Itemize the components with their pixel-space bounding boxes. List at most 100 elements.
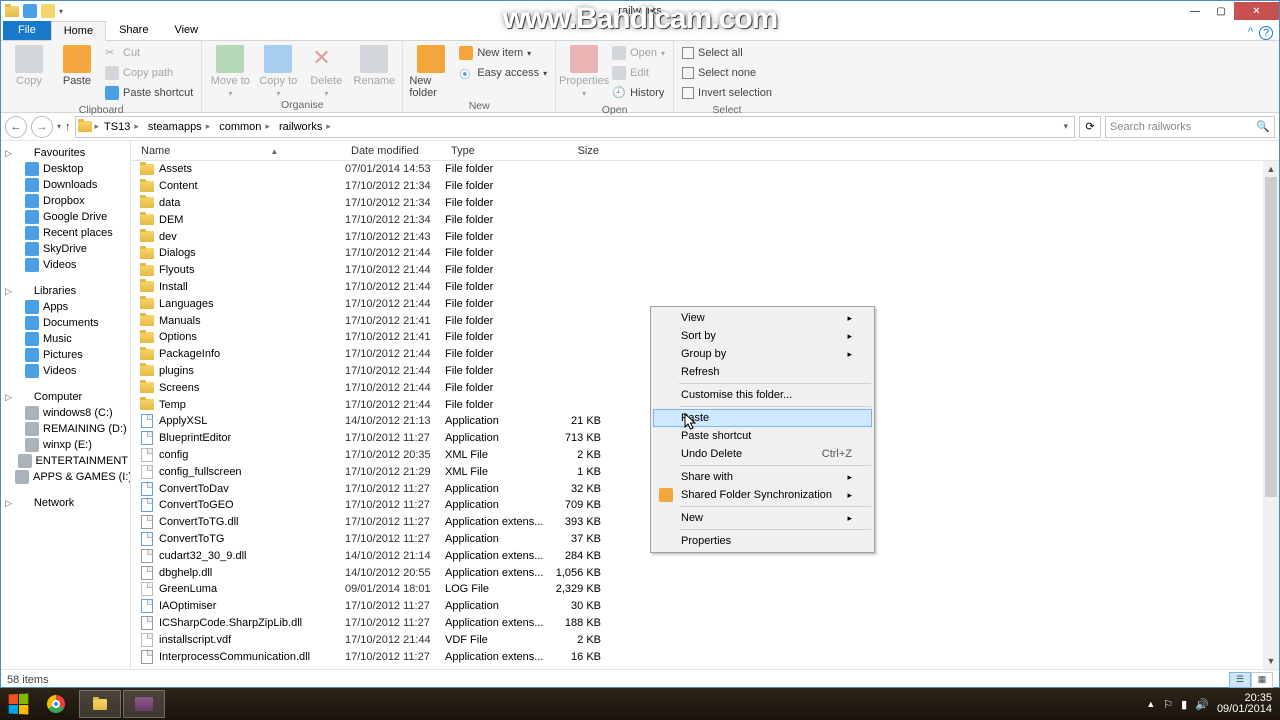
file-row[interactable]: DEM 17/10/2012 21:34 File folder	[131, 211, 1279, 228]
ctx-group-by[interactable]: Group by▸	[653, 345, 872, 363]
nav-item[interactable]: Downloads	[1, 177, 130, 193]
ctx-sort-by[interactable]: Sort by▸	[653, 327, 872, 345]
column-name[interactable]: Name▲	[135, 145, 345, 157]
ctx-share-with[interactable]: Share with▸	[653, 468, 872, 486]
nav-item[interactable]: Documents	[1, 315, 130, 331]
history-button[interactable]: 🕘History	[610, 83, 667, 103]
file-row[interactable]: installscript.vdf 17/10/2012 21:44 VDF F…	[131, 631, 1279, 648]
nav-section[interactable]: ▷Favourites	[1, 145, 130, 161]
move-to-button[interactable]: Move to▾	[208, 43, 252, 98]
tray-volume-icon[interactable]: 🔊	[1195, 698, 1209, 711]
start-button[interactable]	[2, 690, 34, 718]
ctx-refresh[interactable]: Refresh	[653, 363, 872, 381]
nav-item[interactable]: windows8 (C:)	[1, 405, 130, 421]
file-row[interactable]: Install 17/10/2012 21:44 File folder	[131, 279, 1279, 296]
ctx-properties[interactable]: Properties	[653, 532, 872, 550]
icons-view-toggle[interactable]: ▦	[1251, 672, 1273, 688]
tray-up-icon[interactable]: ▲	[1146, 699, 1155, 709]
tray-action-center-icon[interactable]: ⚐	[1163, 698, 1173, 711]
nav-item[interactable]: Music	[1, 331, 130, 347]
breadcrumb[interactable]: steamapps▸	[144, 117, 214, 137]
file-row[interactable]: Flyouts 17/10/2012 21:44 File folder	[131, 262, 1279, 279]
scroll-down-icon[interactable]: ▼	[1263, 653, 1279, 669]
properties-button[interactable]: Properties▾	[562, 43, 606, 98]
minimize-button[interactable]: —	[1182, 2, 1208, 20]
ctx-customise[interactable]: Customise this folder...	[653, 386, 872, 404]
open-button[interactable]: Open ▾	[610, 43, 667, 63]
easy-access-button[interactable]: ⦿Easy access ▾	[457, 63, 549, 83]
nav-item[interactable]: Videos	[1, 257, 130, 273]
ribbon-collapse-icon[interactable]: ^	[1248, 26, 1253, 40]
nav-item[interactable]: winxp (E:)	[1, 437, 130, 453]
refresh-button[interactable]: ⟳	[1079, 116, 1101, 138]
file-row[interactable]: GreenLuma 09/01/2014 18:01 LOG File 2,32…	[131, 581, 1279, 598]
tab-file[interactable]: File	[3, 20, 51, 40]
nav-item[interactable]: Desktop	[1, 161, 130, 177]
tab-share[interactable]: Share	[106, 20, 161, 40]
new-folder-button[interactable]: New folder	[409, 43, 453, 99]
nav-item[interactable]: REMAINING (D:)	[1, 421, 130, 437]
nav-item[interactable]: Pictures	[1, 347, 130, 363]
qat-properties-icon[interactable]	[23, 4, 37, 18]
breadcrumb[interactable]: railworks▸	[275, 117, 335, 137]
ctx-new[interactable]: New▸	[653, 509, 872, 527]
task-explorer[interactable]	[79, 690, 121, 718]
copy-button[interactable]: Copy	[7, 43, 51, 87]
paste-shortcut-button[interactable]: Paste shortcut	[103, 83, 195, 103]
file-row[interactable]: Content 17/10/2012 21:34 File folder	[131, 178, 1279, 195]
nav-item[interactable]: Apps	[1, 299, 130, 315]
file-row[interactable]: IAOptimiser 17/10/2012 11:27 Application…	[131, 598, 1279, 615]
scroll-thumb[interactable]	[1265, 177, 1277, 497]
file-row[interactable]: InterprocessCommunication.dll 17/10/2012…	[131, 648, 1279, 665]
nav-section[interactable]: ▷Computer	[1, 389, 130, 405]
new-item-button[interactable]: New item ▾	[457, 43, 549, 63]
invert-selection-button[interactable]: Invert selection	[680, 83, 774, 103]
search-input[interactable]: Search railworks 🔍	[1105, 116, 1275, 138]
qat-newfolder-icon[interactable]	[41, 4, 55, 18]
system-tray[interactable]: ▲ ⚐ ▮ 🔊 20:3509/01/2014	[1146, 693, 1278, 715]
breadcrumb[interactable]: TS13▸	[100, 117, 143, 137]
paste-button[interactable]: Paste	[55, 43, 99, 87]
nav-item[interactable]: ENTERTAINMENT	[1, 453, 130, 469]
column-size[interactable]: Size	[545, 145, 605, 157]
copy-to-button[interactable]: Copy to▾	[256, 43, 300, 98]
close-button[interactable]: ✕	[1234, 2, 1279, 20]
nav-back-button[interactable]: ←	[5, 116, 27, 138]
file-row[interactable]: Assets 07/01/2014 14:53 File folder	[131, 161, 1279, 178]
delete-button[interactable]: ✕Delete▾	[304, 43, 348, 98]
nav-up-button[interactable]: ↑	[65, 121, 71, 133]
ctx-view[interactable]: View▸	[653, 309, 872, 327]
ctx-shared-sync[interactable]: Shared Folder Synchronization▸	[653, 486, 872, 504]
ctx-paste[interactable]: Paste	[653, 409, 872, 427]
file-row[interactable]: Dialogs 17/10/2012 21:44 File folder	[131, 245, 1279, 262]
ctx-paste-shortcut[interactable]: Paste shortcut	[653, 427, 872, 445]
select-all-button[interactable]: Select all	[680, 43, 774, 63]
nav-item[interactable]: Google Drive	[1, 209, 130, 225]
maximize-button[interactable]: ▢	[1208, 2, 1234, 20]
select-none-button[interactable]: Select none	[680, 63, 774, 83]
copy-path-button[interactable]: Copy path	[103, 63, 195, 83]
nav-item[interactable]: Videos	[1, 363, 130, 379]
nav-recent-dropdown[interactable]: ▾	[57, 122, 61, 131]
scrollbar[interactable]: ▲ ▼	[1263, 161, 1279, 669]
details-view-toggle[interactable]: ☰	[1229, 672, 1251, 688]
task-winrar[interactable]	[123, 690, 165, 718]
tray-clock[interactable]: 20:3509/01/2014	[1217, 693, 1272, 715]
nav-item[interactable]: APPS & GAMES (I:)	[1, 469, 130, 485]
file-row[interactable]: dbghelp.dll 14/10/2012 20:55 Application…	[131, 564, 1279, 581]
file-row[interactable]: data 17/10/2012 21:34 File folder	[131, 195, 1279, 212]
qat-dropdown-icon[interactable]: ▾	[59, 7, 63, 16]
nav-section[interactable]: ▷Libraries	[1, 283, 130, 299]
nav-forward-button[interactable]: →	[31, 116, 53, 138]
breadcrumb[interactable]: common▸	[215, 117, 274, 137]
file-row[interactable]: ICSharpCode.SharpZipLib.dll 17/10/2012 1…	[131, 615, 1279, 632]
nav-item[interactable]: Dropbox	[1, 193, 130, 209]
file-row[interactable]: dev 17/10/2012 21:43 File folder	[131, 228, 1279, 245]
nav-item[interactable]: SkyDrive	[1, 241, 130, 257]
task-chrome[interactable]	[35, 690, 77, 718]
tab-home[interactable]: Home	[51, 21, 106, 41]
rename-button[interactable]: Rename	[352, 43, 396, 87]
nav-section[interactable]: ▷Network	[1, 495, 130, 511]
address-dropdown-icon[interactable]: ▾	[1059, 121, 1072, 132]
ctx-undo-delete[interactable]: Undo DeleteCtrl+Z	[653, 445, 872, 463]
